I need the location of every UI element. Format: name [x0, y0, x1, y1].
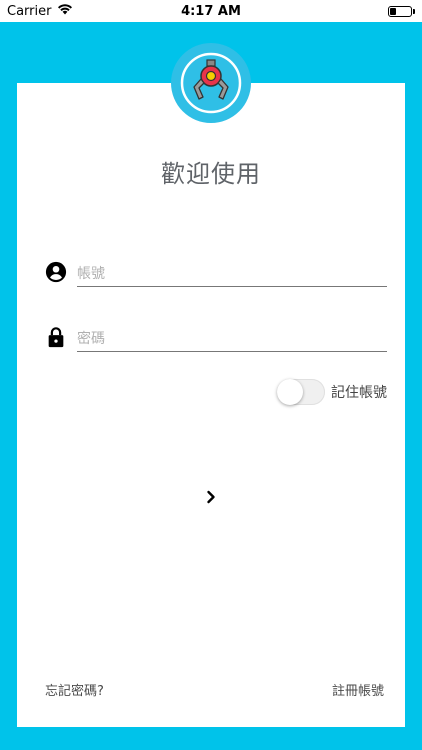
welcome-title: 歡迎使用: [161, 160, 261, 188]
username-field: [45, 261, 387, 291]
chevron-right-icon: [207, 490, 215, 504]
status-left: Carrier: [7, 3, 73, 19]
wifi-icon: [57, 3, 73, 19]
password-field: [45, 326, 387, 356]
battery-level: [390, 7, 396, 15]
username-input[interactable]: [77, 261, 387, 287]
lock-icon: [45, 326, 67, 348]
claw-machine-icon: [180, 52, 242, 114]
next-button[interactable]: [198, 484, 224, 510]
remember-toggle[interactable]: [277, 379, 325, 405]
carrier-label: Carrier: [7, 3, 52, 19]
password-input[interactable]: [77, 326, 387, 352]
app-logo: [171, 43, 251, 123]
remember-account: 記住帳號: [277, 379, 387, 405]
forgot-password-link[interactable]: 忘記密碼?: [45, 680, 104, 699]
status-bar: Carrier 4:17 AM: [0, 0, 422, 22]
register-link[interactable]: 註冊帳號: [332, 680, 384, 699]
toggle-knob: [277, 379, 303, 405]
battery-icon: [388, 5, 415, 17]
account-circle-icon: [45, 261, 67, 283]
remember-label: 記住帳號: [331, 385, 387, 401]
